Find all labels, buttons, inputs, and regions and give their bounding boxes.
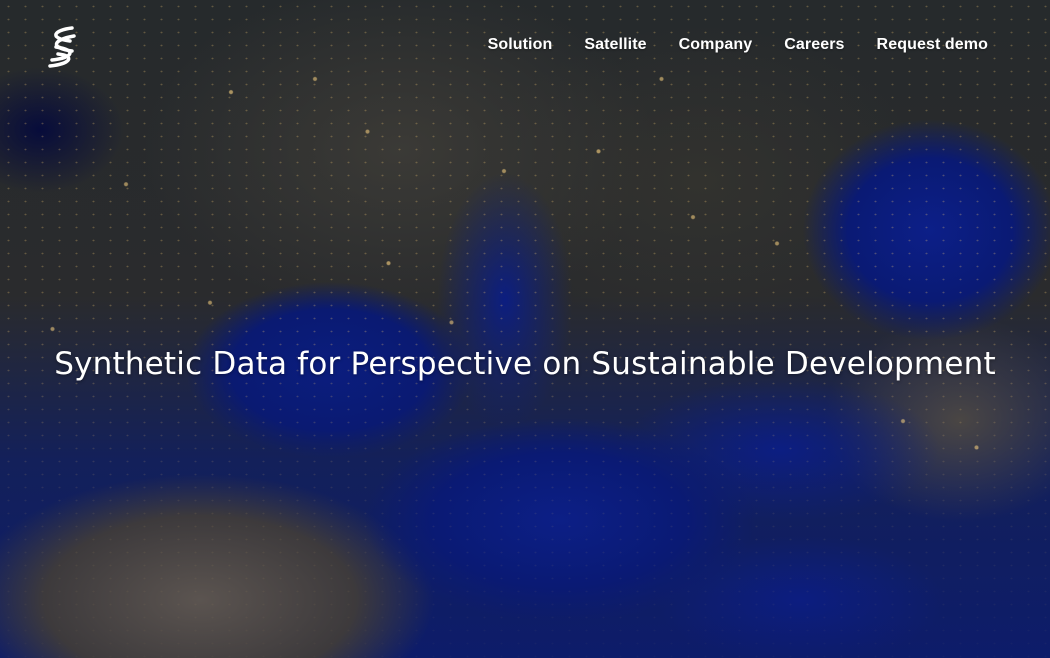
- nav-link-solution[interactable]: Solution: [488, 36, 553, 54]
- logo-home-link[interactable]: [42, 24, 84, 68]
- landing-page: Solution Satellite Company Careers Reque…: [0, 0, 1050, 658]
- site-header: Solution Satellite Company Careers Reque…: [0, 0, 1050, 90]
- nav-link-request-demo[interactable]: Request demo: [877, 36, 988, 54]
- hero-background-image: [0, 0, 1050, 658]
- hero-headline: Synthetic Data for Perspective on Sustai…: [54, 346, 996, 382]
- nav-link-satellite[interactable]: Satellite: [584, 36, 646, 54]
- nav-link-company[interactable]: Company: [679, 36, 753, 54]
- main-navigation: Solution Satellite Company Careers Reque…: [488, 36, 988, 54]
- city-lights-texture: [0, 0, 1050, 658]
- stylized-s-logo-icon: [48, 26, 76, 68]
- nav-link-careers[interactable]: Careers: [784, 36, 844, 54]
- city-lights-highlights: [0, 0, 1050, 658]
